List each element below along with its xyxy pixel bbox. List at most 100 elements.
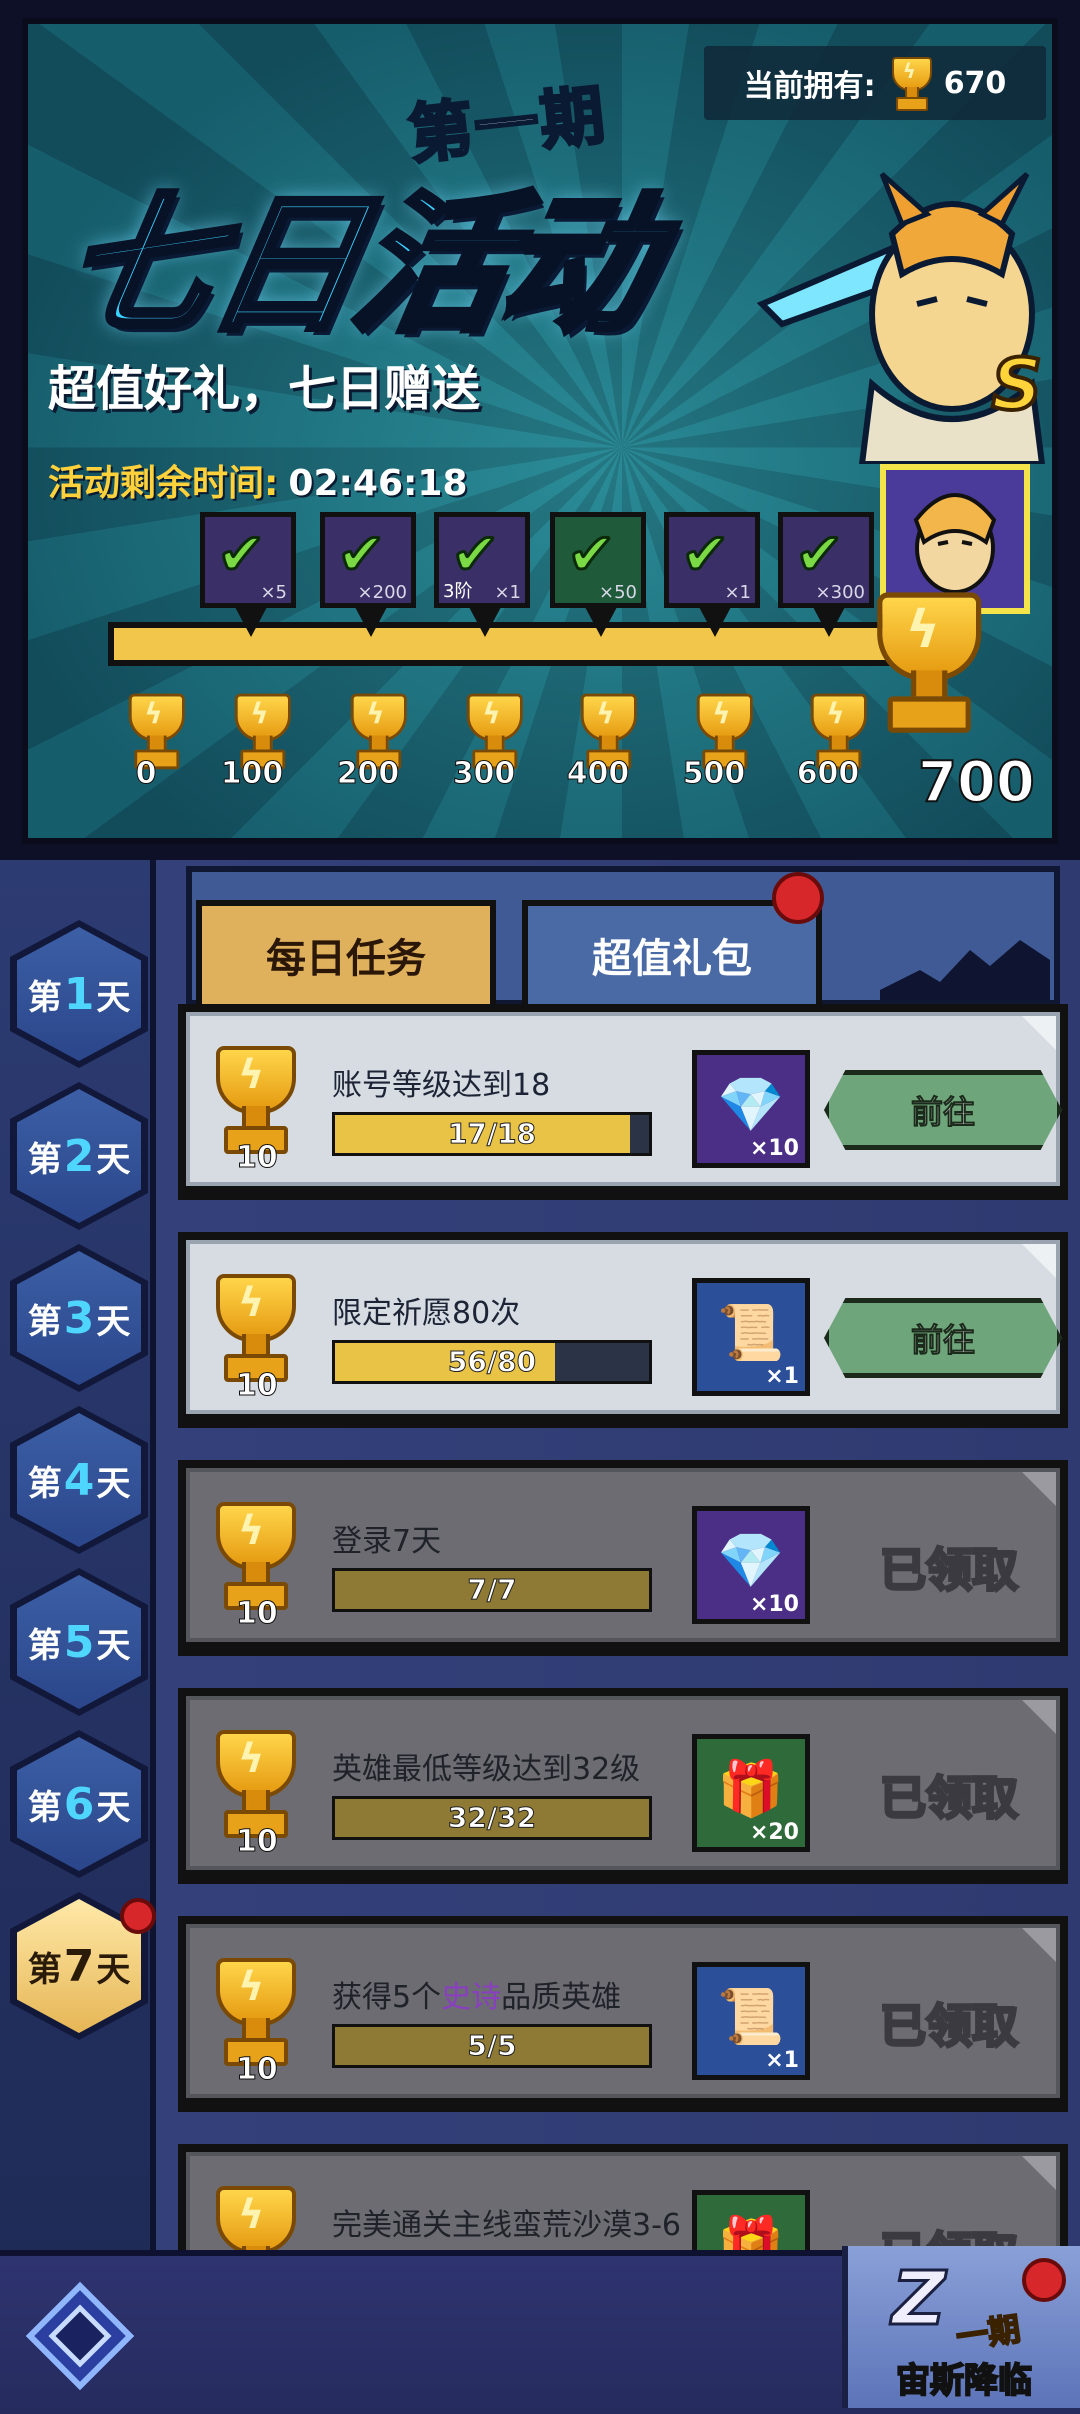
- milestone-trophy-icon: ϟ: [674, 693, 754, 770]
- reward-tag: 3阶: [443, 581, 473, 602]
- task-name-text: 英雄最低等级达到32级: [332, 1752, 641, 1787]
- milestone-reward-2[interactable]: ✔ 3阶 ×1: [434, 512, 530, 637]
- day-suffix: 天: [96, 1625, 131, 1666]
- task-row: ϟ 10 限定祈愿80次 56/80 📜 ×1 前往: [178, 1232, 1068, 1428]
- tab-daily-tasks[interactable]: 每日任务: [196, 900, 496, 1010]
- milestone-label: 300: [452, 756, 516, 792]
- reward-qty: ×1: [765, 2048, 799, 2073]
- task-reward-diamond-icon[interactable]: 💎 ×10: [692, 1050, 810, 1168]
- day-suffix: 天: [96, 1787, 131, 1828]
- event-button-label: 宙斯降临: [895, 2360, 1033, 2402]
- claimed-check-icon: ✔: [566, 519, 618, 590]
- day-number: 6: [63, 1778, 95, 1830]
- milestone-trophy-icon: ϟ: [444, 693, 524, 770]
- task-progress-bar: 17/18: [332, 1112, 652, 1156]
- event-title: 七日活动: [47, 176, 668, 356]
- reward-qty: ×200: [357, 582, 407, 603]
- reward-qty: ×300: [815, 582, 865, 603]
- task-reward-diamond-icon[interactable]: 💎 ×10: [692, 1506, 810, 1624]
- milestone-reward-0[interactable]: ✔ ×5: [200, 512, 296, 637]
- milestone-reward-1[interactable]: ✔ ×200: [320, 512, 416, 637]
- claimed-check-icon: ✔: [794, 519, 846, 590]
- task-reward-scroll-icon[interactable]: 📜 ×1: [692, 1962, 810, 2080]
- task-points: 10: [236, 1140, 279, 1176]
- task-name-text: 完美通关主线蛮荒沙漠3-6: [332, 2208, 681, 2243]
- task-name-epic: 史诗: [441, 1980, 502, 2015]
- task-progress-bar: 32/32: [332, 1796, 652, 1840]
- milestone-trophy-icon: ϟ: [328, 693, 408, 770]
- go-button[interactable]: 前往: [824, 1298, 1062, 1378]
- task-card: ϟ 10 限定祈愿80次 56/80 📜 ×1 前往: [186, 1240, 1062, 1414]
- notification-dot-icon: [772, 872, 824, 924]
- day-suffix: 天: [96, 977, 131, 1018]
- claimed-label: 已领取: [879, 1998, 1020, 2055]
- milestone-label: 200: [336, 756, 400, 792]
- task-reward-scroll-icon[interactable]: 📜 ×1: [692, 1278, 810, 1396]
- owned-value: 670: [943, 65, 1007, 101]
- day-suffix: 天: [96, 1301, 131, 1342]
- task-row: ϟ 10 英雄最低等级达到32级 32/32 🎁 ×20 已领取: [178, 1688, 1068, 1884]
- milestone-trophy-icon: ϟ: [212, 693, 292, 770]
- event-timer: 活动剩余时间: 02:46:18: [48, 454, 468, 506]
- notification-dot-icon: [1022, 2258, 1066, 2302]
- milestone-reward-3[interactable]: ✔ ×50: [550, 512, 646, 637]
- milestone-reward-4[interactable]: ✔ ×1: [664, 512, 760, 637]
- task-row: ϟ 10 获得5个史诗品质英雄 5/5 📜 ×1 已领取: [178, 1916, 1068, 2112]
- task-name: 获得5个史诗品质英雄: [332, 1972, 621, 2016]
- task-points: 10: [236, 2052, 279, 2088]
- trophy-icon: ϟ: [886, 57, 934, 111]
- claimed-label: 已领取: [879, 1770, 1020, 1827]
- task-progress-text: 7/7: [467, 1573, 517, 1607]
- event-emblem-icon: Z: [891, 2255, 948, 2344]
- milestone-trophy-icon: ϟ: [106, 693, 186, 770]
- task-trophy-icon: ϟ: [204, 1958, 296, 2066]
- day-suffix: 天: [96, 1463, 131, 1504]
- day-sidebar: [0, 860, 156, 2260]
- home-logo-icon[interactable]: [20, 2276, 140, 2396]
- reward-qty: ×10: [749, 1136, 799, 1161]
- task-points: 10: [236, 1596, 279, 1632]
- go-button[interactable]: 前往: [824, 1070, 1062, 1150]
- task-points: 10: [236, 1368, 279, 1404]
- reward-qty: ×1: [724, 582, 751, 603]
- reward-qty: ×20: [749, 1820, 799, 1845]
- reward-qty: ×50: [599, 582, 637, 603]
- milestone-label: 0: [135, 756, 157, 792]
- claimed-check-icon: ✔: [680, 519, 732, 590]
- day-prefix: 第: [27, 977, 62, 1018]
- task-row: ϟ 10 登录7天 7/7 💎 ×10 已领取: [178, 1460, 1068, 1656]
- claimed-check-icon: ✔: [216, 519, 268, 590]
- task-reward-chest-icon[interactable]: 🎁 ×20: [692, 1734, 810, 1852]
- task-progress-bar: 7/7: [332, 1568, 652, 1612]
- milestone-reward-5[interactable]: ✔ ×300: [778, 512, 874, 637]
- task-progress-bar: 56/80: [332, 1340, 652, 1384]
- task-name: 登录7天: [332, 1516, 441, 1560]
- day-prefix: 第: [27, 1625, 62, 1666]
- day-number: 3: [63, 1292, 95, 1344]
- task-name: 账号等级达到18: [332, 1060, 550, 1104]
- day-prefix: 第: [27, 1463, 62, 1504]
- day-prefix: 第: [27, 1139, 62, 1180]
- day-number: 7: [63, 1940, 95, 1992]
- owned-label: 当前拥有:: [743, 69, 876, 104]
- reward-qty: ×1: [494, 582, 521, 603]
- milestone-label: 600: [796, 756, 860, 792]
- milestone-label: 500: [682, 756, 746, 792]
- milestone-trophy-icon: ϟ: [788, 693, 868, 770]
- day-number: 5: [63, 1616, 95, 1668]
- task-trophy-icon: ϟ: [204, 1502, 296, 1610]
- task-progress-text: 32/32: [447, 1801, 537, 1835]
- day-prefix: 第: [27, 1949, 62, 1990]
- milestone-trophy-icon: ϟ: [558, 693, 638, 770]
- task-card: ϟ 10 账号等级达到18 17/18 💎 ×10 前往: [186, 1012, 1062, 1186]
- task-name-pre: 获得5个: [332, 1980, 442, 2015]
- day-prefix: 第: [27, 1301, 62, 1342]
- milestone-label: 400: [566, 756, 630, 792]
- tab-value-gift[interactable]: 超值礼包: [522, 900, 822, 1010]
- zeus-event-button[interactable]: Z 一期 宙斯降临: [842, 2246, 1080, 2408]
- reward-qty: ×10: [749, 1592, 799, 1617]
- rank-badge: S: [990, 342, 1044, 428]
- event-banner: 当前拥有: ϟ 670 第一期 七日活动 超值好礼，七日赠送 活动剩余时间: 02…: [22, 18, 1058, 844]
- timer-label: 活动剩余时间:: [48, 463, 279, 504]
- day-suffix: 天: [96, 1139, 131, 1180]
